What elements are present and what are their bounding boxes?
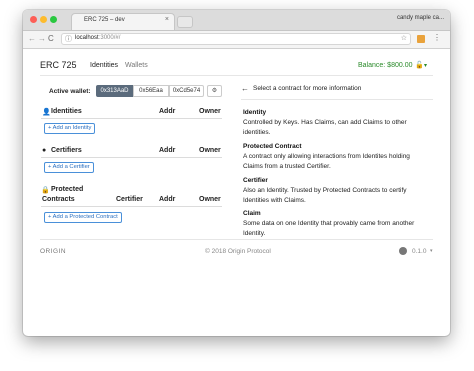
definition-term: Claim [243,210,261,217]
select-contract-message: Select a contract for more information [253,85,362,92]
nav-identities[interactable]: Identities [90,62,118,69]
tab-title: ERC 725 – dev [84,17,125,23]
browser-toolbar: ← → C ⓘ localhost:3000/#/ ☆ ⋮ [23,31,450,49]
wallet-settings-icon[interactable]: ⚙ [207,85,222,97]
address-bar[interactable]: ⓘ localhost:3000/#/ ☆ [61,33,411,45]
protected-col-certifier: Certifier [116,196,143,203]
header-divider [40,75,433,76]
browser-tab[interactable]: ERC 725 – dev × [71,13,175,30]
url-path: :3000/#/ [98,35,121,41]
identities-divider [41,118,222,119]
protected-col-owner: Owner [199,196,221,203]
footer-divider [40,239,433,240]
lock-icon: 🔒 [41,187,50,194]
bookmark-star-icon[interactable]: ☆ [401,34,407,42]
definition-desc: Also an Identity. Trusted by Protected C… [243,187,407,204]
version-selector[interactable]: 0.1.0 [412,248,426,255]
definition-desc: Controlled by Keys. Has Claims, can add … [243,119,407,136]
certifiers-title: Certifiers [51,147,82,154]
definition-desc: A contract only allowing interactions fr… [243,153,410,170]
browser-menu-icon[interactable]: ⋮ [433,33,441,42]
add-protected-contract-button[interactable]: + Add a Protected Contract [44,212,122,223]
definition-term: Protected Contract [243,143,302,150]
close-window-button[interactable] [30,16,37,23]
tab-close-icon[interactable]: × [165,16,169,23]
protected-title-line1: Protected [51,186,84,193]
add-identity-button[interactable]: + Add an Identity [44,123,96,134]
certifiers-col-owner: Owner [199,147,221,154]
arrow-left-icon: ← [241,84,249,93]
browser-window: ERC 725 – dev × candy maple ca... ← → C … [23,10,450,336]
definition-desc: Some data on one Identity that provably … [243,220,415,237]
protected-divider [41,206,222,207]
extension-icon[interactable] [417,35,425,43]
github-icon[interactable] [399,247,407,255]
balance[interactable]: Balance: $800.00 [358,62,413,69]
new-tab-button[interactable] [177,16,193,28]
forward-icon[interactable]: → [38,34,46,43]
copyright: © 2018 Origin Protocol [205,248,271,255]
unlock-icon[interactable]: 🔓 [415,61,424,69]
identities-title: Identities [51,108,82,115]
protected-col-addr: Addr [159,196,176,203]
chevron-down-icon[interactable]: ▾ [424,62,427,69]
definition-term: Certifier [243,177,268,184]
identities-col-addr: Addr [159,108,176,115]
add-certifier-button[interactable]: + Add a Certifier [44,162,94,173]
wallet-button-3[interactable]: 0xCd5e74 [169,85,204,97]
user-icon: 👤 [42,109,51,116]
nav-wallets[interactable]: Wallets [125,62,148,69]
wallet-button-2[interactable]: 0x56Eaa [133,85,169,97]
protected-title-line2: Contracts [42,196,75,203]
back-icon[interactable]: ← [28,34,36,43]
origin-logo[interactable]: ORIGIN [40,248,66,255]
wallet-button-1[interactable]: 0x313AaD [96,85,133,97]
identities-col-owner: Owner [199,108,221,115]
minimize-window-button[interactable] [40,16,47,23]
zoom-window-button[interactable] [50,16,57,23]
url-text: localhost:3000/#/ [75,35,120,41]
tab-strip: ERC 725 – dev × candy maple ca... [23,10,450,31]
certifiers-divider [41,157,222,158]
app-brand[interactable]: ERC 725 [40,60,77,70]
chevron-down-icon[interactable]: ▾ [430,248,433,254]
info-icon[interactable]: ⓘ [65,34,72,44]
url-host: localhost [75,35,99,41]
right-panel-divider [241,99,433,100]
reload-icon[interactable]: C [48,34,54,43]
certifiers-col-addr: Addr [159,147,176,154]
definition-term: Identity [243,109,267,116]
active-wallet-label: Active wallet: [49,88,91,95]
profile-name[interactable]: candy maple ca... [397,15,444,21]
certifier-dot-icon: ● [42,147,47,154]
